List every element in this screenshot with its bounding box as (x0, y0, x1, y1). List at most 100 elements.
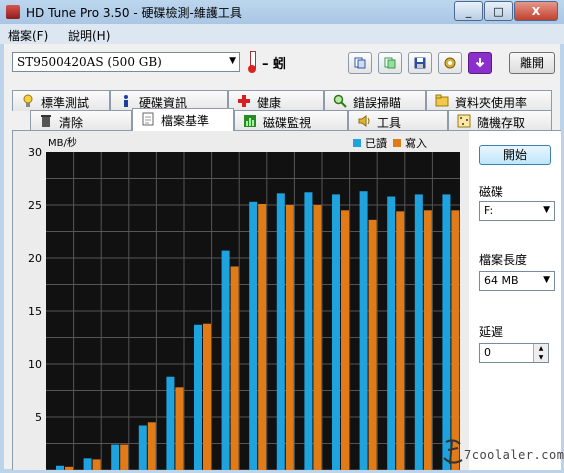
random-icon (457, 114, 471, 128)
spin-down-icon[interactable]: ▼ (534, 353, 548, 362)
bar-read (111, 444, 120, 470)
watermark: 7coolaler.com (440, 436, 564, 469)
y-tick-label: 5 (35, 411, 42, 424)
spinner-buttons[interactable]: ▲ ▼ (533, 344, 548, 362)
y-tick-label: 30 (28, 146, 42, 159)
bulb-icon (23, 94, 33, 107)
toolbar: ST9500420AS (500 GB) ▼ – 蚓 離開 (4, 44, 560, 84)
bar-write (120, 444, 129, 470)
tab-label: 磁碟監視 (263, 116, 312, 130)
bar-read (166, 376, 175, 470)
tab-disk-monitor[interactable]: 磁碟監視 (234, 110, 348, 131)
tab-file-benchmark[interactable]: 檔案基準 (132, 108, 234, 131)
spin-up-icon[interactable]: ▲ (534, 344, 548, 353)
bar-write (423, 210, 432, 471)
tab-label: 隨機存取 (477, 116, 526, 130)
legend-swatch (353, 139, 361, 147)
bar-read (304, 192, 313, 470)
tab-folder-usage[interactable]: 資料夾使用率 (426, 90, 552, 111)
copy-text-button[interactable] (348, 52, 372, 74)
menu-file[interactable]: 檔案(F) (8, 27, 48, 44)
delay-spinner[interactable]: 0 ▲ ▼ (479, 343, 549, 363)
download-button[interactable] (468, 52, 492, 74)
save-icon (414, 57, 426, 69)
trash-icon (41, 115, 51, 127)
exit-button[interactable]: 離開 (509, 52, 555, 74)
tab-label: 資料夾使用率 (455, 96, 528, 110)
bar-read (332, 194, 340, 470)
tab-label: 清除 (59, 116, 84, 130)
menu-bar: 檔案(F) 說明(H) (0, 24, 564, 44)
tab-tools[interactable]: 工具 (348, 110, 448, 131)
monitor-icon (244, 115, 256, 127)
bar-read (359, 191, 368, 470)
tab-health[interactable]: 健康 (228, 90, 324, 111)
tab-label: 健康 (257, 96, 282, 110)
app-icon (6, 5, 20, 19)
menu-help[interactable]: 說明(H) (68, 27, 110, 44)
minimize-button[interactable]: _ (454, 1, 483, 21)
bar-write (258, 203, 267, 470)
thermometer-icon (248, 51, 256, 73)
chevron-down-icon: ▼ (543, 205, 550, 215)
window-title: HD Tune Pro 3.50 - 硬碟檢測-維護工具 (26, 6, 242, 20)
copy-screenshot-button[interactable] (378, 52, 402, 74)
settings-column: 開始 磁碟 F: ▼ 檔案長度 64 MB ▼ 延遲 0 ▲ ▼ (471, 131, 561, 470)
download-icon (475, 58, 485, 68)
start-button[interactable]: 開始 (479, 145, 551, 165)
bar-write (230, 266, 239, 470)
y-axis-label: MB/秒 (48, 136, 77, 149)
tab-erase[interactable]: 清除 (30, 110, 132, 131)
copy-screenshot-icon (384, 57, 396, 69)
tab-label: 檔案基準 (161, 114, 210, 128)
folder-icon (435, 94, 449, 107)
bar-write (92, 459, 101, 470)
disk-label: 磁碟 (479, 185, 504, 199)
maximize-button[interactable]: □ (484, 1, 513, 21)
close-button[interactable]: X (514, 1, 558, 21)
delay-label: 延遲 (479, 325, 504, 339)
bar-write (313, 205, 322, 470)
bar-write (396, 211, 405, 471)
save-button[interactable] (408, 52, 432, 74)
bar-write (65, 466, 73, 470)
window-controls: _ □ X (453, 1, 558, 21)
file-icon (142, 112, 154, 126)
benchmark-chart-svg: 5 10 15 20 25 30 MB/秒 已讀 寫入 (28, 136, 460, 471)
bar-read (387, 196, 396, 470)
legend-swatch (393, 139, 401, 147)
file-length-select[interactable]: 64 MB ▼ (479, 271, 555, 291)
magnifier-icon (333, 94, 347, 108)
legend-label: 已讀 (365, 136, 387, 150)
settings-button[interactable] (438, 52, 462, 74)
bar-read (276, 193, 285, 470)
bar-read (221, 250, 230, 470)
file-length-value: 64 MB (484, 274, 519, 287)
bar-read (442, 194, 451, 470)
tab-benchmark[interactable]: 標準測試 (12, 90, 110, 111)
tab-panel: 5 10 15 20 25 30 MB/秒 已讀 寫入 開始 磁碟 F: ▼ 檔案長度 64 M… (12, 130, 561, 471)
bar-read (249, 201, 258, 470)
bar-write (203, 323, 211, 470)
tab-random-access[interactable]: 隨機存取 (448, 110, 552, 131)
tab-error-scan[interactable]: 錯誤掃瞄 (324, 90, 426, 111)
main-window: ST9500420AS (500 GB) ▼ – 蚓 離開 標準測試 硬碟資訊 (4, 44, 561, 471)
info-icon (124, 95, 128, 107)
copy-text-icon (354, 57, 366, 69)
bar-read (414, 194, 423, 470)
bar-write (175, 387, 184, 470)
drive-select[interactable]: ST9500420AS (500 GB) ▼ (12, 52, 240, 72)
watermark-logo (443, 439, 463, 465)
file-length-label: 檔案長度 (479, 253, 528, 267)
drive-select-value: ST9500420AS (500 GB) (17, 55, 162, 69)
y-tick-label: 20 (28, 252, 42, 265)
disk-select[interactable]: F: ▼ (479, 201, 555, 221)
watermark-text: 7coolaler.com (464, 448, 564, 462)
chevron-down-icon: ▼ (229, 56, 236, 66)
bar-read (83, 458, 92, 470)
speaker-icon (358, 115, 370, 127)
settings-icon (444, 57, 456, 69)
tab-label: 錯誤掃瞄 (353, 96, 402, 110)
benchmark-chart: 5 10 15 20 25 30 MB/秒 已讀 寫入 (13, 131, 469, 471)
bar-read (56, 465, 64, 470)
